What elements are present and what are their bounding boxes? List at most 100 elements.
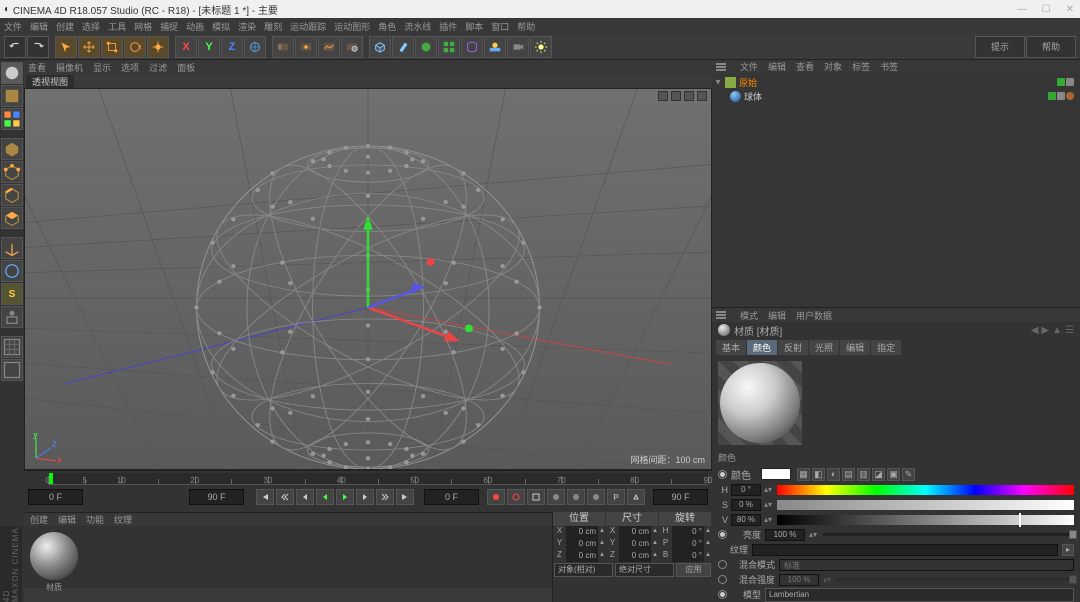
spinner-icon[interactable]: ▴▾	[764, 485, 774, 494]
material-name-label[interactable]: 材质	[46, 582, 62, 593]
menu-item[interactable]: 捕捉	[160, 20, 178, 33]
obj-menu-item[interactable]: 查看	[796, 60, 814, 73]
vp-menu-item[interactable]: 选项	[121, 61, 139, 74]
mix-radio[interactable]	[718, 560, 727, 569]
coord-dd-1[interactable]: 对象(相对)	[554, 563, 613, 577]
menu-item[interactable]: 雕刻	[264, 20, 282, 33]
mat-tab[interactable]: 纹理	[114, 513, 132, 526]
tree-label[interactable]: 原始	[739, 76, 757, 89]
coord-dd-2[interactable]: 绝对尺寸	[615, 563, 674, 577]
menu-item[interactable]: 角色	[378, 20, 396, 33]
coord-value-field[interactable]: 0 °	[672, 526, 704, 538]
environment-button[interactable]	[484, 36, 506, 58]
menu-item[interactable]: 模拟	[212, 20, 230, 33]
last-tool[interactable]	[147, 36, 169, 58]
prev-key-button[interactable]	[276, 489, 294, 505]
menu-item[interactable]: 运动跟踪	[290, 20, 326, 33]
spinner-icon[interactable]: ▴	[704, 526, 712, 538]
workplane-button[interactable]	[1, 108, 23, 130]
model-dropdown[interactable]: Lambertian	[765, 588, 1074, 602]
obj-menu-item[interactable]: 对象	[824, 60, 842, 73]
mat-tab[interactable]: 编辑	[58, 513, 76, 526]
max-frame-field[interactable]: 90 F	[653, 489, 708, 505]
menu-item[interactable]: 创建	[56, 20, 74, 33]
obj-menu-item[interactable]: 编辑	[768, 60, 786, 73]
go-end-button[interactable]	[396, 489, 414, 505]
vp-menu-item[interactable]: 面板	[177, 61, 195, 74]
mixstr-slider[interactable]	[837, 578, 1074, 581]
v-field[interactable]: 80 %	[731, 514, 761, 526]
attr-tab[interactable]: 基本	[716, 340, 746, 355]
play-back-button[interactable]	[316, 489, 334, 505]
menu-item[interactable]: 插件	[439, 20, 457, 33]
menu-item[interactable]: 文件	[4, 20, 22, 33]
menu-item[interactable]: 选择	[82, 20, 100, 33]
key-rot-button[interactable]	[587, 489, 605, 505]
coord-system-button[interactable]	[244, 36, 266, 58]
render-settings-button[interactable]	[341, 36, 363, 58]
point-mode-button[interactable]	[1, 161, 23, 183]
help-button[interactable]: 帮助	[1026, 36, 1076, 58]
viewport-tab[interactable]: 透视视图	[26, 75, 74, 88]
spinner-icon[interactable]: ▴▾	[809, 530, 819, 539]
end-frame-field[interactable]: 90 F	[189, 489, 244, 505]
attr-tab[interactable]: 反射	[778, 340, 808, 355]
obj-menu-item[interactable]: 标签	[852, 60, 870, 73]
vp-orbit-icon[interactable]	[684, 91, 694, 101]
attr-back-icon[interactable]: ◀	[1031, 325, 1039, 336]
coord-value-field[interactable]: 0 cm	[619, 526, 651, 538]
viewport-3d[interactable]: 网格间距：100 cm yxz	[24, 88, 712, 470]
am-menu-icon[interactable]	[716, 310, 726, 320]
tree-row[interactable]: ▾ 原始	[714, 75, 1078, 89]
timeline-ruler[interactable]: 05102030405060708090	[48, 473, 708, 485]
attr-up-icon[interactable]: ▲	[1052, 325, 1062, 336]
coord-value-field[interactable]: 0 cm	[619, 538, 651, 550]
texture-link-field[interactable]	[752, 544, 1058, 556]
minimize-button[interactable]: —	[1016, 4, 1028, 15]
start-frame-field[interactable]: 0 F	[28, 489, 83, 505]
z-axis-toggle[interactable]: Z	[221, 36, 243, 58]
undo-button[interactable]	[4, 36, 26, 58]
close-button[interactable]: ✕	[1064, 4, 1076, 15]
record-button[interactable]	[487, 489, 505, 505]
obj-menu-item[interactable]: 文件	[740, 60, 758, 73]
menu-item[interactable]: 网格	[134, 20, 152, 33]
mixstr-radio[interactable]	[718, 575, 727, 584]
move-tool[interactable]	[78, 36, 100, 58]
subdivision-button[interactable]	[415, 36, 437, 58]
object-mode-button[interactable]	[1, 138, 23, 160]
go-start-button[interactable]	[256, 489, 274, 505]
axis-toggle-button[interactable]	[1, 237, 23, 259]
misc-button[interactable]	[1, 359, 23, 381]
menu-item[interactable]: 脚本	[465, 20, 483, 33]
picker-icon[interactable]: ▦	[797, 468, 810, 481]
spinner-icon[interactable]: ▴	[651, 526, 659, 538]
spinner-icon[interactable]: ▴▾	[764, 515, 774, 524]
key-param-button[interactable]: P	[607, 489, 625, 505]
spinner-icon[interactable]: ▴	[704, 538, 712, 550]
model-mode-button[interactable]	[1, 62, 23, 84]
maximize-button[interactable]: ☐	[1040, 4, 1052, 15]
spinner-icon[interactable]: ▴	[651, 550, 659, 562]
sat-slider[interactable]	[777, 500, 1074, 510]
picker-icon[interactable]: ◐	[827, 468, 840, 481]
tree-row[interactable]: 球体	[714, 89, 1078, 103]
attr-menu-item[interactable]: 编辑	[768, 309, 786, 322]
vp-menu-item[interactable]: 摄像机	[56, 61, 83, 74]
texture-mode-button[interactable]	[1, 85, 23, 107]
picker-icon[interactable]: ◪	[872, 468, 885, 481]
current-frame-field[interactable]: 0 F	[424, 489, 479, 505]
next-frame-button[interactable]	[356, 489, 374, 505]
coord-value-field[interactable]: 0 cm	[619, 550, 651, 562]
workplane2-button[interactable]	[1, 306, 23, 328]
picker-icon[interactable]: ▤	[842, 468, 855, 481]
deformer-button[interactable]	[461, 36, 483, 58]
attr-tab[interactable]: 颜色	[747, 340, 777, 355]
light-button[interactable]	[530, 36, 552, 58]
menu-item[interactable]: 动画	[186, 20, 204, 33]
snap-button[interactable]: S	[1, 283, 23, 305]
next-key-button[interactable]	[376, 489, 394, 505]
coord-value-field[interactable]: 0 cm	[566, 526, 598, 538]
keysel-button[interactable]	[527, 489, 545, 505]
vp-zoom-icon[interactable]	[671, 91, 681, 101]
